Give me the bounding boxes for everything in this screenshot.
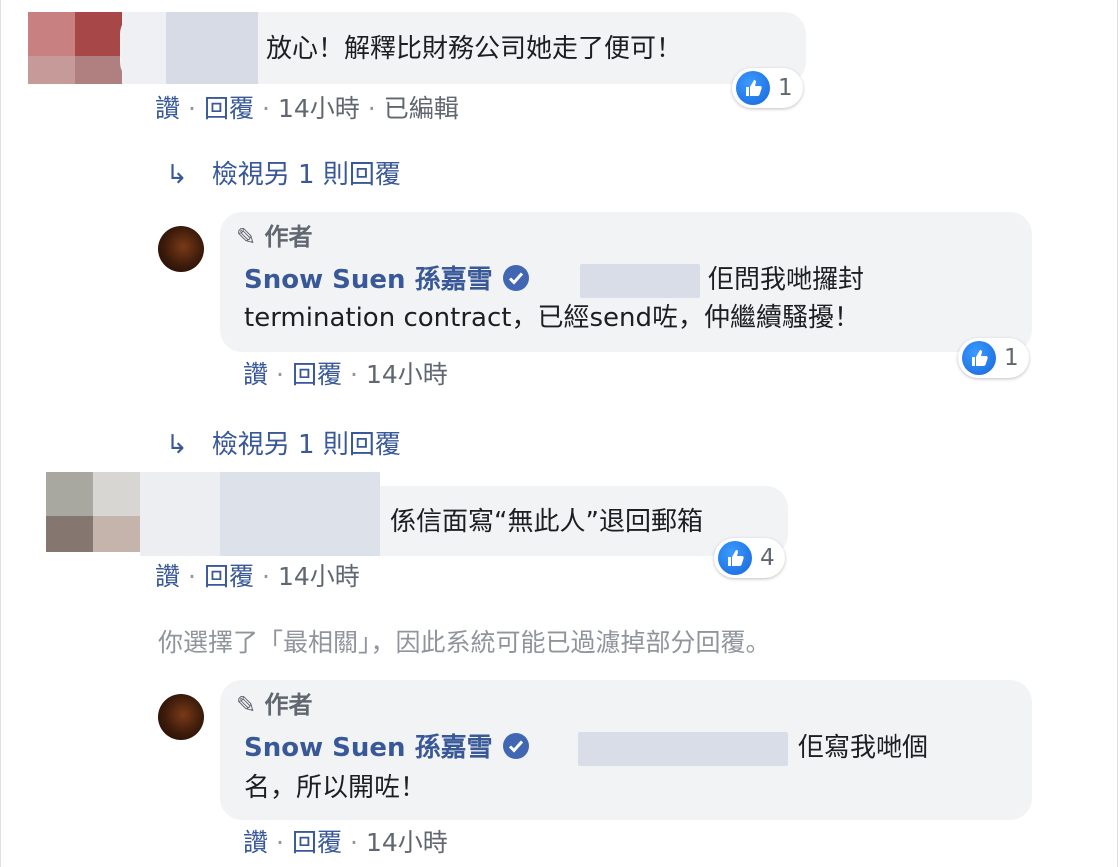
reaction-count: 1: [1004, 345, 1019, 371]
view-more-label: 檢視另 1 則回覆: [211, 430, 401, 460]
like-link[interactable]: 讚: [243, 360, 268, 389]
author-tag: ✎ 作者: [236, 691, 313, 719]
timestamp[interactable]: 14小時: [278, 562, 360, 591]
reply-link[interactable]: 回覆: [292, 828, 342, 857]
like-thumb-icon: [962, 341, 996, 375]
reply-link[interactable]: 回覆: [292, 360, 342, 389]
avatar-pixelated[interactable]: [28, 12, 122, 84]
comment-text: 係信面寫“無此人”退回郵箱: [390, 507, 703, 537]
filter-notice: 你選擇了「最相關」，因此系統可能已過濾掉部分回覆。: [158, 628, 771, 657]
comment-actions: 讚 · 回覆 · 14小時 · 已編輯: [155, 94, 459, 123]
reply-text-line1: 佢寫我哋個: [798, 733, 929, 763]
reaction-badge[interactable]: 1: [732, 68, 803, 108]
author-avatar[interactable]: [158, 694, 204, 740]
author-avatar[interactable]: [158, 226, 204, 272]
comment-text: 放心！解釋比財務公司她走了便可！: [266, 34, 683, 64]
blurred-username[interactable]: [122, 12, 258, 84]
blurred-username[interactable]: [140, 472, 380, 556]
blurred-tagged-user[interactable]: [580, 264, 700, 298]
author-tag: ✎ 作者: [236, 223, 313, 251]
timestamp[interactable]: 14小時: [278, 94, 360, 123]
like-thumb-icon: [718, 541, 752, 575]
avatar-pixelated[interactable]: [46, 472, 140, 552]
view-more-replies-2[interactable]: ↳ 檢視另 1 則回覆: [166, 428, 401, 462]
reply-arrow-icon: ↳: [166, 160, 188, 190]
verified-check-icon: [502, 265, 529, 291]
reply-actions: 讚 · 回覆 · 14小時: [243, 828, 448, 857]
like-link[interactable]: 讚: [155, 562, 180, 591]
timestamp[interactable]: 14小時: [366, 828, 448, 857]
view-more-label: 檢視另 1 則回覆: [211, 160, 401, 190]
reply-actions: 讚 · 回覆 · 14小時: [243, 360, 448, 389]
like-thumb-icon: [736, 71, 770, 105]
reply-link[interactable]: 回覆: [204, 94, 254, 123]
reply-text-line2: termination contract，已經send咗，仲繼續騷擾！: [244, 303, 860, 333]
pencil-icon: ✎: [236, 691, 257, 719]
comment-actions: 讚 · 回覆 · 14小時: [155, 562, 360, 591]
reaction-badge[interactable]: 1: [958, 338, 1029, 378]
reply-text-line1: 佢問我哋攞封: [708, 265, 865, 295]
view-more-replies-1[interactable]: ↳ 檢視另 1 則回覆: [166, 158, 401, 192]
author-name[interactable]: Snow Suen 孫嘉雪: [244, 730, 529, 766]
timestamp[interactable]: 14小時: [366, 360, 448, 389]
reaction-badge[interactable]: 4: [714, 538, 785, 578]
reaction-count: 1: [778, 75, 793, 101]
like-link[interactable]: 讚: [155, 94, 180, 123]
right-border: [1117, 0, 1118, 867]
reply-arrow-icon: ↳: [166, 430, 188, 460]
reply-link[interactable]: 回覆: [204, 562, 254, 591]
pencil-icon: ✎: [236, 223, 257, 251]
edited-label[interactable]: 已編輯: [384, 94, 459, 123]
author-name[interactable]: Snow Suen 孫嘉雪: [244, 262, 529, 298]
like-link[interactable]: 讚: [243, 828, 268, 857]
left-border: [0, 0, 1, 867]
blurred-tagged-user[interactable]: [578, 732, 788, 766]
verified-check-icon: [502, 733, 529, 759]
reply-text-line2: 名，所以開咗！: [244, 773, 427, 803]
reaction-count: 4: [760, 545, 775, 571]
